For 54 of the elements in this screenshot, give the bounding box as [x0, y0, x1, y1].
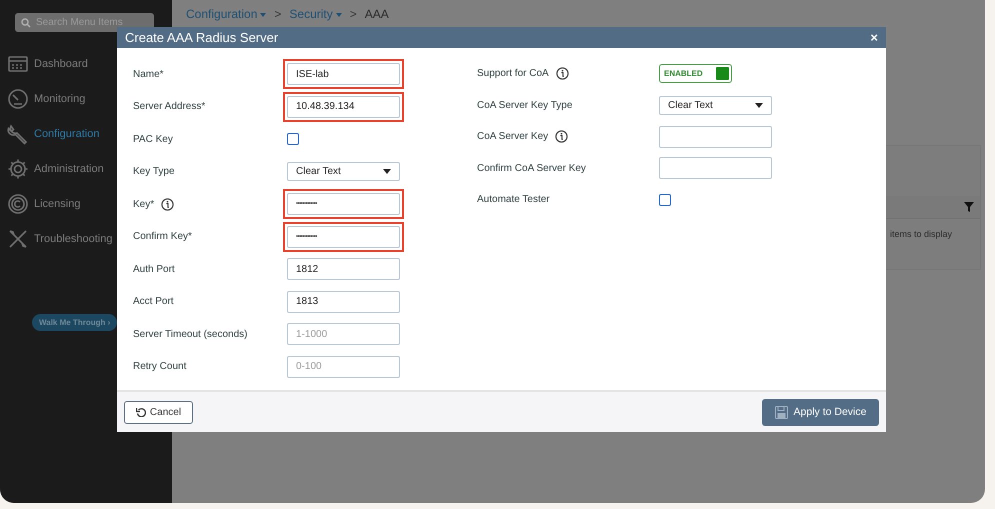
field-label: Confirm Key*	[133, 231, 192, 242]
search-icon	[21, 18, 31, 28]
gear-icon	[7, 158, 29, 180]
apply-button[interactable]: Apply to Device	[762, 398, 879, 426]
dropdown[interactable]: Clear Text	[287, 162, 400, 182]
field-label: PAC Key	[133, 134, 173, 145]
dialog-title: Create AAA Radius Server	[125, 30, 278, 45]
wrench-icon	[7, 122, 29, 144]
input-field[interactable]: 1813	[287, 290, 400, 313]
caret-icon	[336, 12, 342, 17]
field-label: Acct Port	[133, 296, 174, 308]
checkbox[interactable]	[287, 133, 299, 146]
caret-icon	[383, 169, 391, 174]
empty-table-text: items to display	[889, 229, 954, 239]
close-button[interactable]: ×	[870, 30, 878, 45]
caret-icon	[755, 102, 763, 108]
info-icon[interactable]	[556, 67, 569, 80]
field-label: Name*	[133, 68, 164, 80]
breadcrumb-separator: >	[350, 7, 357, 21]
caret-icon	[260, 12, 266, 17]
breadcrumb-link[interactable]: Security	[289, 7, 342, 21]
info-icon[interactable]	[161, 198, 174, 211]
cancel-button[interactable]: Cancel	[124, 400, 193, 424]
field-label: Server Timeout (seconds)	[133, 328, 248, 340]
input-field[interactable]: 10.48.39.134	[287, 96, 400, 118]
tools-icon	[7, 228, 29, 250]
undo-icon	[136, 407, 146, 417]
field-label: Key*	[133, 198, 154, 210]
input-field[interactable]: 1-1000	[287, 323, 400, 346]
input-field[interactable]	[659, 157, 772, 180]
license-icon	[7, 192, 29, 214]
walk-me-through-button[interactable]: Walk Me Through ›	[32, 314, 118, 331]
input-field[interactable]: ISE-lab	[287, 63, 400, 86]
dropdown[interactable]: Clear Text	[659, 96, 772, 115]
field-label: Confirm CoA Server Key	[477, 162, 586, 174]
field-label: Support for CoA	[477, 68, 549, 80]
input-field[interactable]: 0-100	[287, 356, 400, 378]
breadcrumb-separator: >	[274, 7, 282, 21]
info-icon[interactable]	[555, 130, 568, 144]
toggle-switch[interactable]: ENABLED	[659, 64, 732, 84]
input-field[interactable]	[659, 126, 772, 148]
input-field[interactable]: 1812	[287, 258, 400, 280]
gauge-icon	[7, 88, 29, 110]
field-label: Server Address*	[133, 101, 206, 112]
field-label: Retry Count	[133, 361, 186, 372]
breadcrumb-link[interactable]: Configuration	[186, 7, 266, 21]
field-label: Key Type	[133, 166, 175, 178]
field-label: Auth Port	[133, 264, 175, 275]
checkbox[interactable]	[659, 194, 671, 206]
field-label: Automate Tester	[477, 194, 550, 206]
filter-icon[interactable]	[964, 202, 974, 212]
field-label: CoA Server Key	[477, 131, 548, 142]
breadcrumb-link[interactable]: AAA	[364, 7, 389, 21]
field-label: CoA Server Key Type	[477, 100, 572, 111]
